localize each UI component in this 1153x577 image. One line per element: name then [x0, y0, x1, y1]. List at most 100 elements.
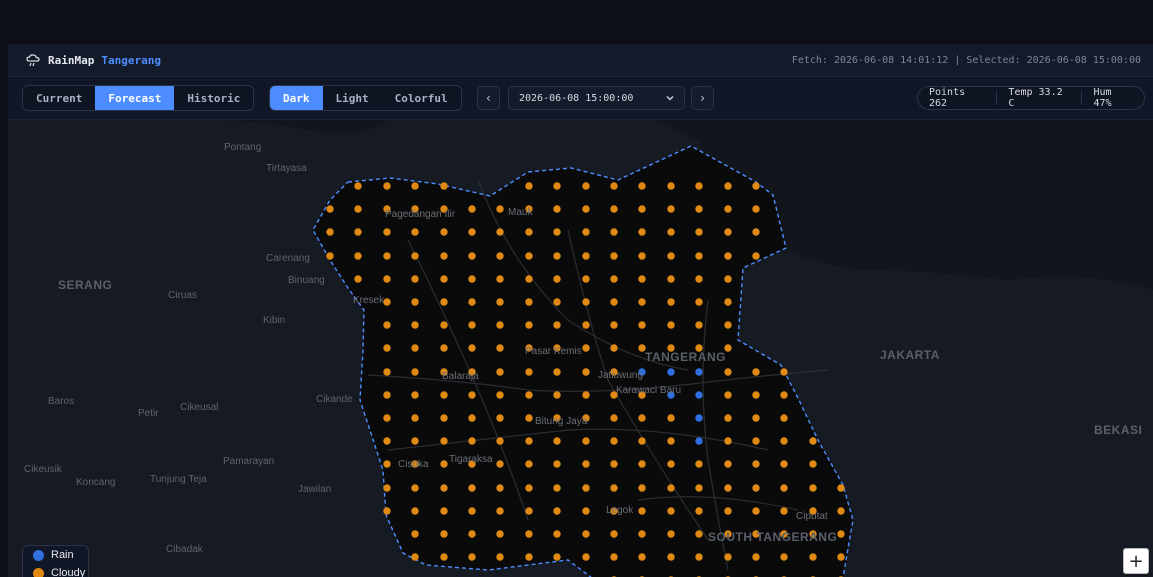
cloudy-point: [440, 182, 448, 190]
theme-light[interactable]: Light: [323, 86, 382, 110]
cloudy-point: [837, 507, 845, 515]
cloudy-point: [411, 530, 419, 538]
tab-historic[interactable]: Historic: [174, 86, 253, 110]
cloudy-point: [496, 484, 504, 492]
place-label: Cikeusal: [180, 402, 219, 413]
cloudy-point: [695, 182, 703, 190]
cloudy-point: [440, 391, 448, 399]
place-label: Pontang: [224, 142, 262, 153]
cloudy-point: [440, 460, 448, 468]
place-label: Jawilan: [298, 484, 332, 495]
cloudy-point: [780, 437, 788, 445]
cloudy-point: [695, 507, 703, 515]
rain-point: [695, 368, 703, 376]
place-label: Pamarayan: [223, 456, 275, 467]
cloudy-point: [496, 368, 504, 376]
cloudy-point: [582, 205, 590, 213]
cloudy-point: [724, 321, 732, 329]
cloudy-point: [667, 530, 675, 538]
brand: RainMap Tangerang: [26, 44, 161, 77]
cloudy-point: [752, 228, 760, 236]
place-label: Tirtayasa: [266, 163, 307, 174]
cloudy-point: [383, 252, 391, 260]
place-label: Kresek: [353, 295, 385, 306]
stats-bar: Points 262 Temp 33.2 C Hum 47%: [917, 86, 1145, 110]
prev-time-button[interactable]: ‹: [477, 86, 500, 110]
cloudy-point: [752, 414, 760, 422]
cloudy-point: [411, 484, 419, 492]
next-time-button[interactable]: ›: [691, 86, 714, 110]
cloudy-point: [695, 252, 703, 260]
theme-colorful[interactable]: Colorful: [382, 86, 461, 110]
cloudy-point: [468, 437, 476, 445]
fetch-status: Fetch: 2026-06-08 14:01:12 | Selected: 2…: [791, 55, 1141, 66]
place-label: Mauk: [508, 207, 533, 218]
cloudy-point: [383, 228, 391, 236]
cloudy-point: [809, 437, 817, 445]
cloudy-point: [695, 321, 703, 329]
tab-forecast[interactable]: Forecast: [95, 86, 175, 110]
cloudy-point: [780, 553, 788, 561]
cloudy-point: [496, 530, 504, 538]
toolbar: Current Forecast Historic Dark Light Col…: [8, 77, 1153, 120]
cloudy-point: [553, 252, 561, 260]
cloudy-point: [383, 391, 391, 399]
cloudy-point: [496, 298, 504, 306]
cloudy-point: [383, 507, 391, 515]
map-canvas[interactable]: Pontang Tirtayasa SERANG Ciruas Carenang…: [8, 120, 1153, 577]
cloudy-point: [752, 391, 760, 399]
cloudy-point: [752, 507, 760, 515]
cloudy-point: [638, 252, 646, 260]
cloudy-point: [525, 298, 533, 306]
cloudy-point: [496, 391, 504, 399]
cloudy-point: [582, 391, 590, 399]
time-select-value: 2026-06-08 15:00:00: [519, 92, 634, 104]
place-label: SOUTH TANGERANG: [708, 530, 838, 544]
place-label: Pasar Kemis: [525, 346, 582, 357]
cloudy-point: [553, 275, 561, 283]
place-label: Cisoka: [398, 459, 429, 470]
cloudy-point: [610, 275, 618, 283]
cloudy-point: [724, 252, 732, 260]
cloudy-point: [440, 298, 448, 306]
cloudy-point: [582, 298, 590, 306]
cloudy-point: [496, 275, 504, 283]
zoom-in-button[interactable]: +: [1123, 548, 1149, 574]
cloudy-point: [496, 228, 504, 236]
cloudy-point: [525, 414, 533, 422]
cloudy-point: [411, 437, 419, 445]
cloudy-point: [752, 553, 760, 561]
cloudy-point: [440, 414, 448, 422]
cloudy-point: [383, 368, 391, 376]
cloudy-point: [780, 391, 788, 399]
cloudy-point: [582, 321, 590, 329]
cloudy-point: [638, 507, 646, 515]
rain-point: [695, 437, 703, 445]
cloudy-point: [440, 507, 448, 515]
cloudy-point: [667, 484, 675, 492]
place-label: Jatiuwung: [598, 370, 644, 381]
cloudy-point: [468, 530, 476, 538]
cloudy-point: [582, 275, 590, 283]
cloudy-point: [695, 205, 703, 213]
cloudy-dot-icon: [33, 567, 44, 577]
time-select[interactable]: 2026-06-08 15:00:00: [508, 86, 685, 110]
place-label: Tigaraksa: [449, 454, 493, 465]
rain-point: [695, 414, 703, 422]
cloudy-point: [724, 368, 732, 376]
legend-rain: Rain: [23, 546, 88, 564]
cloudy-point: [752, 205, 760, 213]
cloudy-point: [695, 298, 703, 306]
place-label: Koncang: [76, 477, 116, 488]
cloudy-point: [411, 228, 419, 236]
cloudy-point: [525, 368, 533, 376]
theme-dark[interactable]: Dark: [270, 86, 323, 110]
cloudy-point: [383, 321, 391, 329]
cloudy-point: [667, 182, 675, 190]
cloudy-point: [667, 437, 675, 445]
cloudy-point: [354, 205, 362, 213]
cloudy-point: [667, 321, 675, 329]
cloudy-point: [610, 437, 618, 445]
tab-current[interactable]: Current: [23, 86, 95, 110]
place-label: JAKARTA: [880, 348, 940, 362]
